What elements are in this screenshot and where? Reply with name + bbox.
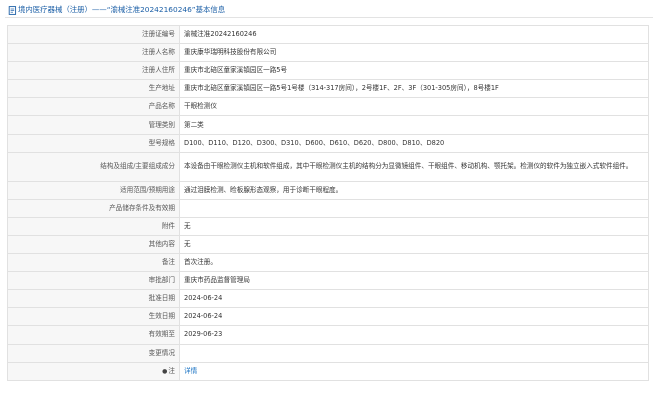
note-value: 详情: [179, 361, 649, 381]
registrant-name-value: 重庆康华瑞明科技股份有限公司: [179, 43, 649, 63]
table-row: 注册证编号 渝械注准20242160246: [7, 24, 649, 45]
row-label: 审批部门: [7, 271, 180, 291]
table-row: 生产地址 重庆市北碚区童家溪镇园区一路5号1号楼（314-317房间），2号楼1…: [7, 79, 649, 99]
row-label: 注册证编号: [7, 24, 180, 45]
row-label: 注册人住所: [7, 61, 180, 81]
valid-until-value: 2029-06-23: [179, 325, 649, 345]
table-row: 备注 首次注册。: [7, 253, 649, 273]
page-header: 境内医疗器械（注册）——“渝械注准20242160246”基本信息: [8, 3, 225, 16]
approval-department-value: 重庆市药品监督管理局: [179, 271, 649, 291]
details-link[interactable]: 详情: [184, 367, 197, 375]
row-label: 管理类别: [7, 115, 180, 135]
table-row: 生效日期 2024-06-24: [7, 307, 649, 327]
table-row: 产品储存条件及有效期: [7, 198, 649, 218]
device-info-table: 注册证编号 渝械注准20242160246 注册人名称 重庆康华瑞明科技股份有限…: [7, 24, 649, 381]
remarks-value: 首次注册。: [179, 253, 649, 273]
table-row: 有效期至 2029-06-23: [7, 325, 649, 345]
table-row: 结构及组成/主要组成成分 本设备由干眼检测仪主机和软件组成，其中干眼检测仪主机的…: [7, 151, 649, 182]
row-label: 有效期至: [7, 325, 180, 345]
management-class-value: 第二类: [179, 115, 649, 135]
table-row: 其他内容 无: [7, 234, 649, 255]
effective-date-value: 2024-06-24: [179, 307, 649, 327]
page-title: 境内医疗器械（注册）——“渝械注准20242160246”基本信息: [18, 5, 226, 14]
row-label: 批准日期: [7, 289, 180, 309]
attachments-value: 无: [179, 216, 649, 236]
table-row: 批准日期 2024-06-24: [7, 289, 649, 309]
document-icon: [8, 5, 17, 15]
row-label: 结构及组成/主要组成成分: [7, 151, 180, 182]
structure-composition-text: 本设备由干眼检测仪主机和软件组成，其中干眼检测仪主机的结构分为显微镜组件、干眼组…: [184, 161, 633, 170]
row-label: 产品储存条件及有效期: [7, 198, 180, 218]
table-row: 注册人住所 重庆市北碚区童家溪镇园区一路5号: [7, 61, 649, 81]
note-label: 注: [168, 366, 175, 375]
model-spec-value: D100、D110、D120、D300、D310、D600、D610、D620、…: [179, 133, 649, 153]
note-label-cell: ●注: [7, 361, 180, 381]
row-label: 附件: [7, 216, 180, 236]
product-name-value: 干眼检测仪: [179, 97, 649, 117]
change-history-value: [179, 343, 649, 363]
table-row: ●注 详情: [7, 361, 649, 381]
other-content-value: 无: [179, 234, 649, 255]
table-row: 管理类别 第二类: [7, 115, 649, 135]
pin-icon: ●: [162, 367, 168, 375]
row-label: 备注: [7, 253, 180, 273]
table-row: 变更情况: [7, 343, 649, 363]
row-label: 变更情况: [7, 343, 180, 363]
row-label: 产品名称: [7, 97, 180, 117]
table-row: 审批部门 重庆市药品监督管理局: [7, 271, 649, 291]
row-label: 适用范围/预期用途: [7, 180, 180, 200]
header-divider: [5, 17, 653, 18]
table-row: 注册人名称 重庆康华瑞明科技股份有限公司: [7, 43, 649, 63]
row-label: 生效日期: [7, 307, 180, 327]
table-row: 适用范围/预期用途 通过泪膜检测、睑板腺形态观察，用于诊断干眼程度。: [7, 180, 649, 200]
row-label: 型号规格: [7, 133, 180, 153]
table-row: 附件 无: [7, 216, 649, 236]
registration-number-value: 渝械注准20242160246: [179, 24, 649, 45]
storage-conditions-value: [179, 198, 649, 218]
production-address-value: 重庆市北碚区童家溪镇园区一路5号1号楼（314-317房间），2号楼1F、2F、…: [179, 79, 649, 99]
registrant-address-value: 重庆市北碚区童家溪镇园区一路5号: [179, 61, 649, 81]
row-label: 注册人名称: [7, 43, 180, 63]
intended-use-value: 通过泪膜检测、睑板腺形态观察，用于诊断干眼程度。: [179, 180, 649, 200]
table-row: 产品名称 干眼检测仪: [7, 97, 649, 117]
row-label: 其他内容: [7, 234, 180, 255]
row-label: 生产地址: [7, 79, 180, 99]
approval-date-value: 2024-06-24: [179, 289, 649, 309]
table-row: 型号规格 D100、D110、D120、D300、D310、D600、D610、…: [7, 133, 649, 153]
structure-composition-value: 本设备由干眼检测仪主机和软件组成，其中干眼检测仪主机的结构分为显微镜组件、干眼组…: [179, 151, 649, 182]
